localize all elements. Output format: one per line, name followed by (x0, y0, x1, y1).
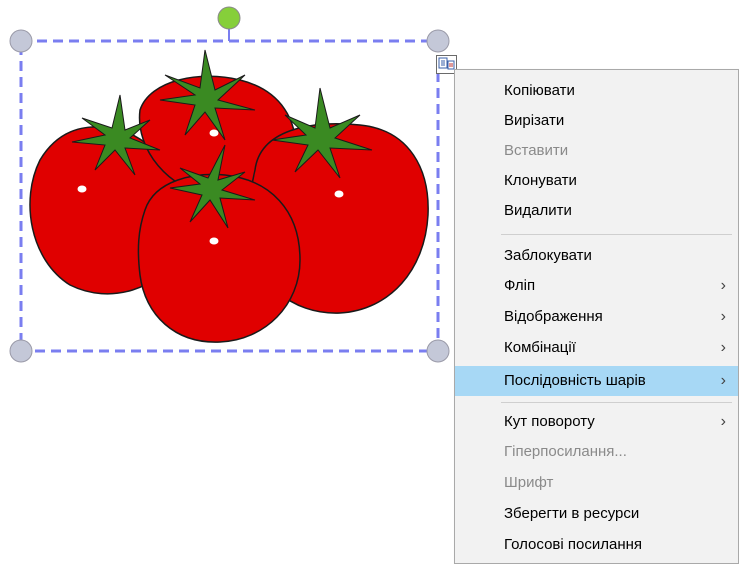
menu-item-mirror[interactable]: Відображення › (455, 302, 738, 332)
menu-item-copy[interactable]: Копіювати (455, 76, 738, 106)
chevron-right-icon: › (720, 308, 726, 325)
resize-handle-top-right[interactable] (426, 29, 450, 53)
menu-item-font: Шрифт (504, 474, 554, 491)
chevron-right-icon: › (720, 339, 726, 356)
chevron-right-icon: › (720, 277, 726, 294)
menu-item-delete[interactable]: Видалити (455, 196, 738, 226)
chevron-right-icon: › (720, 413, 726, 430)
tomatoes-image[interactable] (29, 49, 429, 343)
resize-handle-bottom-left[interactable] (9, 339, 33, 363)
chevron-right-icon: › (720, 372, 726, 389)
menu-item-layer-order[interactable]: Послідовність шарів › (455, 366, 738, 396)
menu-item-save-to-resources[interactable]: Зберегти в ресурси (455, 499, 738, 529)
menu-item-clone[interactable]: Клонувати (455, 166, 738, 196)
menu-item-cut[interactable]: Вирізати (455, 106, 738, 136)
menu-separator (501, 402, 732, 403)
menu-item-hyperlink: Гіперпосилання... (504, 443, 627, 460)
menu-item-combinations[interactable]: Комбінації › (455, 333, 738, 363)
rotate-handle[interactable] (217, 6, 241, 30)
resize-handle-top-left[interactable] (9, 29, 33, 53)
menu-item-flip[interactable]: Фліп › (455, 271, 738, 301)
resize-handle-bottom-right[interactable] (426, 339, 450, 363)
menu-item-lock[interactable]: Заблокувати (455, 241, 738, 271)
menu-item-paste: Вставити (504, 142, 569, 159)
menu-item-rotation-angle[interactable]: Кут повороту › (455, 407, 738, 437)
menu-separator (501, 234, 732, 235)
context-menu: Копіювати Вирізати Вставити Клонувати Ви… (454, 69, 739, 564)
menu-item-voice-links[interactable]: Голосові посилання (455, 530, 738, 560)
